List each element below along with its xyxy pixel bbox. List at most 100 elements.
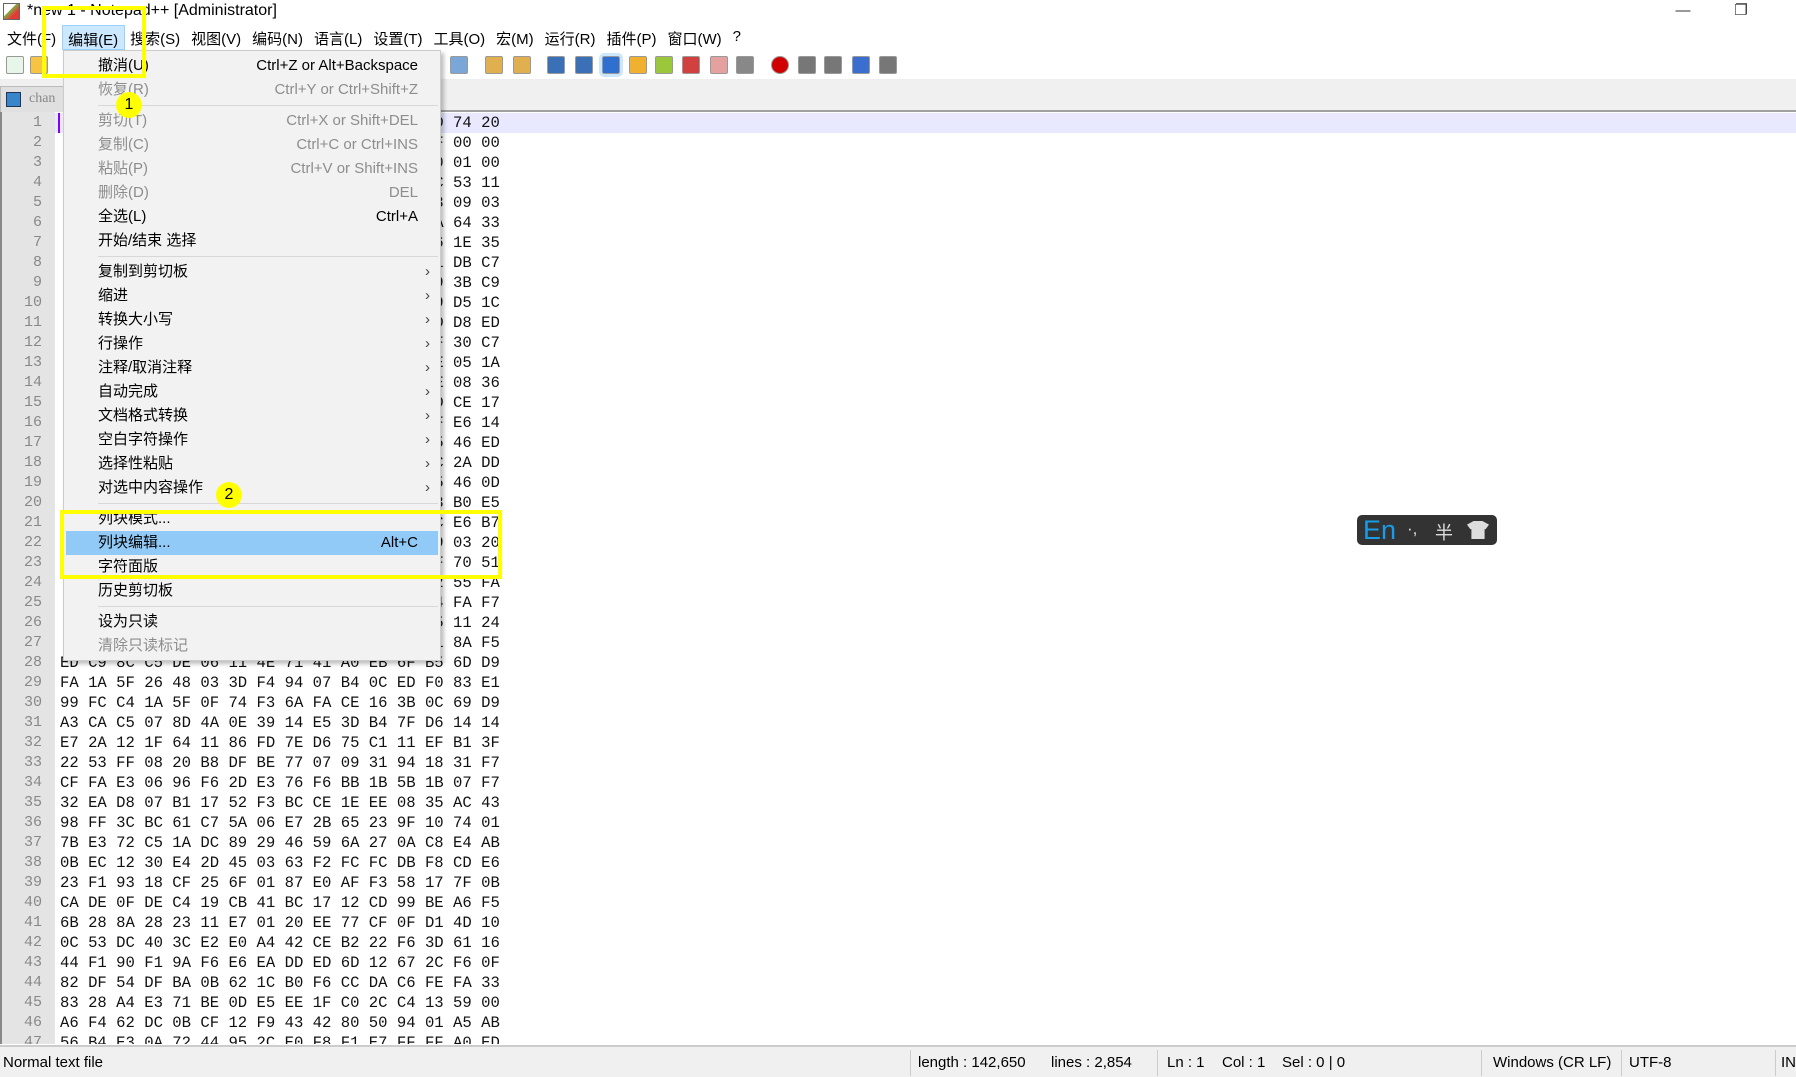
submenu-arrow-icon: › xyxy=(425,287,430,304)
menu-item-shortcut: Ctrl+X or Shift+DEL xyxy=(286,112,418,129)
editor-line[interactable]: 40 CA DE 0F DE C4 19 CB 41 BC 17 12 CD 99… xyxy=(2,893,1796,913)
indent-guide-icon[interactable] xyxy=(599,53,623,77)
run-macro-multiple-icon[interactable] xyxy=(852,56,870,74)
menu-item[interactable]: 文档格式转换 › xyxy=(64,404,440,428)
line-number: 4 xyxy=(32,174,42,191)
menu-3[interactable]: 视图(V) xyxy=(186,25,247,50)
line-number: 29 xyxy=(23,674,42,691)
line-number: 5 xyxy=(32,194,42,211)
document-tab[interactable]: chan xyxy=(0,86,70,112)
submenu-arrow-icon: › xyxy=(425,431,430,448)
menu-item-label: 自动完成 xyxy=(98,383,159,400)
restore-button[interactable]: ❐ xyxy=(1718,0,1764,25)
editor-line[interactable]: 44 82 DF 54 DF BA 0B 62 1C B0 F6 CC DA C6… xyxy=(2,973,1796,993)
menu-7[interactable]: 工具(O) xyxy=(428,25,491,50)
status-eol[interactable]: Windows (CR LF) xyxy=(1493,1054,1611,1071)
menu-item[interactable]: 空白字符操作 › xyxy=(64,428,440,452)
menu-11[interactable]: 窗口(W) xyxy=(662,25,727,50)
line-number: 8 xyxy=(32,254,42,271)
monitoring-icon[interactable] xyxy=(710,56,728,74)
line-number: 36 xyxy=(23,814,42,831)
sync-vertical-icon[interactable] xyxy=(485,56,503,74)
editor-line[interactable]: 32 E7 2A 12 1F 64 11 86 FD 7E D6 75 C1 11… xyxy=(2,733,1796,753)
menu-item[interactable]: 开始/结束 选择 xyxy=(64,229,440,253)
zoom-out-icon[interactable] xyxy=(450,56,468,74)
saved-file-icon xyxy=(6,92,21,107)
editor-line[interactable]: 35 32 EA D8 07 B1 17 52 F3 BC CE 1E EE 08… xyxy=(2,793,1796,813)
menu-5[interactable]: 语言(L) xyxy=(309,25,368,50)
menu-9[interactable]: 运行(R) xyxy=(540,25,602,50)
ime-language-mode[interactable]: En xyxy=(1363,515,1396,545)
minimize-button[interactable]: — xyxy=(1660,0,1706,25)
save-macro-icon[interactable] xyxy=(879,56,897,74)
editor-line[interactable]: 31 A3 CA C5 07 8D 4A 0E 39 14 E5 3D B4 7F… xyxy=(2,713,1796,733)
menu-item[interactable]: 对选中内容操作 › xyxy=(64,476,440,500)
sync-horizontal-icon[interactable] xyxy=(513,56,531,74)
editor-line[interactable]: 29 FA 1A 5F 26 48 03 3D F4 94 07 B4 0C ED… xyxy=(2,673,1796,693)
menu-8[interactable]: 宏(M) xyxy=(491,25,540,50)
menu-item[interactable]: 全选(L) Ctrl+A xyxy=(64,205,440,229)
editor-line[interactable]: 36 98 FF 3C BC 61 C7 5A 06 E7 2B 65 23 9F… xyxy=(2,813,1796,833)
editor-line[interactable]: 42 0C 53 DC 40 3C E2 E0 A4 42 CE B2 22 F6… xyxy=(2,933,1796,953)
line-number: 11 xyxy=(23,314,42,331)
menu-item[interactable]: 粘贴(P) Ctrl+V or Shift+INS xyxy=(64,157,440,181)
record-macro-icon[interactable] xyxy=(771,56,789,74)
editor-line[interactable]: 47 56 B4 E3 0A 72 44 95 2C E0 F8 F1 E7 FF… xyxy=(2,1033,1796,1044)
menu-item[interactable]: 缩进 › xyxy=(64,284,440,308)
folder-workspace-icon[interactable] xyxy=(682,56,700,74)
play-macro-icon[interactable] xyxy=(824,56,842,74)
menu-item[interactable]: 删除(D) DEL xyxy=(64,181,440,205)
function-list-icon[interactable] xyxy=(655,56,673,74)
menu-4[interactable]: 编码(N) xyxy=(247,25,309,50)
menu-item-label: 设为只读 xyxy=(98,613,159,630)
status-bar: Normal text file length : 142,650 lines … xyxy=(0,1045,1796,1077)
editor-line[interactable]: 46 A6 F4 62 DC 0B CF 12 F9 43 42 80 50 94… xyxy=(2,1013,1796,1033)
new-file-icon[interactable] xyxy=(6,56,24,74)
line-number: 18 xyxy=(23,454,42,471)
ime-status-widget[interactable]: En ·, 半 xyxy=(1357,515,1497,545)
line-number: 42 xyxy=(23,934,42,951)
record-macro-disabled-icon[interactable] xyxy=(736,56,754,74)
editor-line[interactable]: 34 CF FA E3 06 96 F6 2D E3 76 F6 BB 1B 5B… xyxy=(2,773,1796,793)
menu-item[interactable]: 选择性粘贴 › xyxy=(64,452,440,476)
menu-item[interactable]: 自动完成 › xyxy=(64,380,440,404)
line-number: 43 xyxy=(23,954,42,971)
editor-line[interactable]: 41 6B 28 8A 28 23 11 E7 01 20 EE 77 CF 0F… xyxy=(2,913,1796,933)
menu-item[interactable]: 行操作 › xyxy=(64,332,440,356)
menu-item[interactable]: 复制(C) Ctrl+C or Ctrl+INS xyxy=(64,133,440,157)
document-map-icon[interactable] xyxy=(629,56,647,74)
menu-12[interactable]: ? xyxy=(728,25,747,50)
line-text: 6B 28 8A 28 23 11 E7 01 20 EE 77 CF 0F D… xyxy=(60,914,500,932)
menu-item[interactable]: 转换大小写 › xyxy=(64,308,440,332)
menu-item[interactable]: 历史剪切板 xyxy=(64,579,440,603)
show-all-chars-icon[interactable] xyxy=(575,56,593,74)
ime-punctuation[interactable]: ·, xyxy=(1407,519,1417,539)
tab-label: chan xyxy=(29,91,56,106)
menu-item-label: 选择性粘贴 xyxy=(98,455,174,472)
menu-item[interactable]: 注释/取消注释 › xyxy=(64,356,440,380)
line-number: 47 xyxy=(23,1034,42,1044)
menu-item-shortcut: Ctrl+V or Shift+INS xyxy=(290,160,418,177)
editor-line[interactable]: 33 22 53 FF 08 20 B8 DF BE 77 07 09 31 94… xyxy=(2,753,1796,773)
editor-line[interactable]: 38 0B EC 12 30 E4 2D 45 03 63 F2 FC FC DB… xyxy=(2,853,1796,873)
word-wrap-icon[interactable] xyxy=(547,56,565,74)
status-encoding[interactable]: UTF-8 xyxy=(1629,1054,1672,1071)
menu-item[interactable]: 复制到剪切板 › xyxy=(64,260,440,284)
menu-10[interactable]: 插件(P) xyxy=(601,25,662,50)
ime-width-mode[interactable]: 半 xyxy=(1435,519,1453,545)
menu-item-label: 注释/取消注释 xyxy=(98,359,193,376)
editor-line[interactable]: 39 23 F1 93 18 CF 25 6F 01 87 E0 AF F3 58… xyxy=(2,873,1796,893)
line-text: CA DE 0F DE C4 19 CB 41 BC 17 12 CD 99 B… xyxy=(60,894,500,912)
line-number: 6 xyxy=(32,214,42,231)
menu-item[interactable]: 清除只读标记 xyxy=(64,634,440,658)
editor-line[interactable]: 30 99 FC C4 1A 5F 0F 74 F3 6A FA CE 16 3B… xyxy=(2,693,1796,713)
editor-line[interactable]: 43 44 F1 90 F1 9A F6 E6 EA DD ED 6D 12 67… xyxy=(2,953,1796,973)
editor-line[interactable]: 37 7B E3 72 C5 1A DC 89 29 46 59 6A 27 0A… xyxy=(2,833,1796,853)
stop-recording-icon[interactable] xyxy=(798,56,816,74)
editor-line[interactable]: 45 83 28 A4 E3 71 BE 0D E5 EE 1F C0 2C C4… xyxy=(2,993,1796,1013)
menu-6[interactable]: 设置(T) xyxy=(368,25,428,50)
line-text: 56 B4 E3 0A 72 44 95 2C E0 F8 F1 E7 FF F… xyxy=(60,1034,500,1044)
line-number: 24 xyxy=(23,574,42,591)
ime-skin-icon[interactable] xyxy=(1467,521,1489,539)
menu-item[interactable]: 设为只读 xyxy=(64,610,440,634)
